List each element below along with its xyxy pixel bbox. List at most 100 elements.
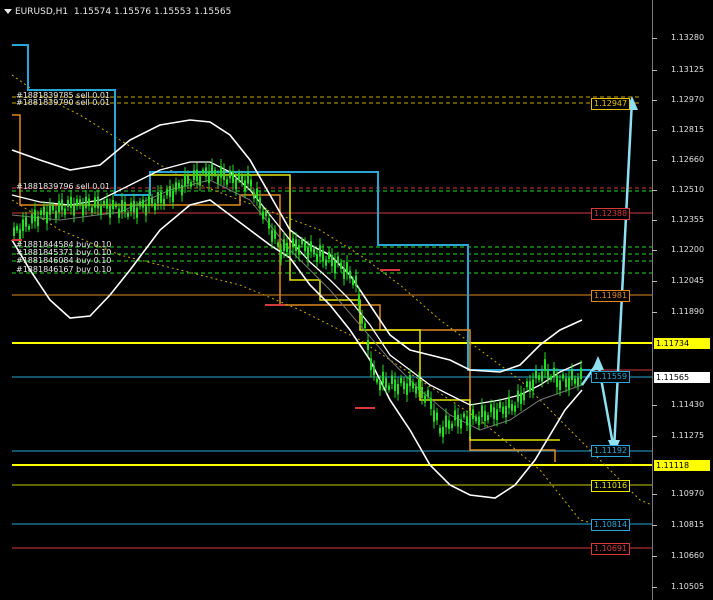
candle-body: [442, 426, 444, 438]
level-box-11981[interactable]: 1.11981: [591, 290, 631, 302]
axis-tag-11734: 1.11734: [654, 338, 710, 349]
tick-mark: [652, 220, 657, 221]
candle-body: [217, 174, 219, 184]
level-box-11559[interactable]: 1.11559: [591, 371, 631, 383]
candle-body: [514, 405, 516, 412]
candle-body: [226, 179, 228, 185]
price-tick-label: 1.11275: [671, 431, 705, 440]
candle-body: [373, 366, 375, 376]
candle-body: [484, 410, 486, 422]
candle-body: [85, 196, 87, 209]
candle-body: [505, 406, 507, 418]
tick-mark: [652, 190, 657, 191]
candle-body: [328, 251, 330, 259]
forecast-arrows: [580, 96, 638, 455]
order-label[interactable]: #1881846167 buy 0.10: [16, 265, 111, 274]
candle-body: [418, 378, 420, 391]
tick-mark: [652, 38, 657, 39]
candle-body: [244, 180, 246, 192]
candle-body: [94, 197, 96, 208]
candle-body: [409, 375, 411, 386]
candle-body: [547, 369, 549, 379]
candle-body: [142, 199, 144, 208]
candle-body: [289, 250, 291, 255]
candle-body: [247, 172, 249, 184]
candle-body: [28, 226, 30, 230]
candle-body: [343, 268, 345, 279]
candle-body: [64, 208, 66, 215]
candle-body: [286, 242, 288, 253]
candle-body: [151, 197, 153, 204]
price-tick-label: 1.11890: [671, 307, 705, 316]
candle-body: [73, 204, 75, 216]
tick-mark: [652, 494, 657, 495]
level-box-11016[interactable]: 1.11016: [591, 480, 631, 492]
candle-body: [445, 415, 447, 428]
level-box-12388[interactable]: 1.12388: [591, 208, 631, 220]
candle-body: [469, 417, 471, 430]
tick-mark: [652, 250, 657, 251]
candle-body: [370, 358, 372, 371]
level-box-11192[interactable]: 1.11192: [591, 445, 631, 457]
level-box-10691[interactable]: 1.10691: [591, 543, 631, 555]
candle-body: [265, 210, 267, 217]
candle-body: [115, 203, 117, 208]
candle-body: [82, 204, 84, 216]
candle-body: [211, 164, 213, 175]
chart-window[interactable]: EURUSD,H1 1.15574 1.15576 1.15553 1.1556…: [0, 0, 713, 600]
candle-body: [223, 169, 225, 180]
candle-body: [241, 175, 243, 183]
candle-body: [70, 196, 72, 208]
level-box-12947[interactable]: 1.12947: [591, 98, 631, 110]
tick-mark: [652, 70, 657, 71]
candle-body: [562, 374, 564, 379]
candle-body: [358, 294, 360, 306]
candle-body: [172, 190, 174, 202]
candle-body: [109, 205, 111, 218]
candle-body: [415, 386, 417, 394]
candle-body: [97, 196, 99, 209]
candle-body: [43, 206, 45, 216]
candle-body: [292, 238, 294, 248]
price-chart[interactable]: [0, 0, 652, 600]
candle-body: [472, 409, 474, 420]
candle-body: [541, 371, 543, 382]
order-label[interactable]: #1881846084 buy 0.10: [16, 256, 111, 265]
candle-body: [490, 404, 492, 413]
candle-body: [361, 315, 363, 324]
arrow-head-mid: [592, 356, 604, 370]
price-tick-label: 1.13125: [671, 65, 705, 74]
candle-body: [103, 200, 105, 206]
candle-body: [388, 385, 390, 390]
candle-body: [412, 382, 414, 389]
price-tick-label: 1.12200: [671, 245, 705, 254]
candle-body: [478, 416, 480, 426]
candle-body: [67, 199, 69, 207]
candle-body: [22, 219, 24, 232]
candle-body: [91, 207, 93, 213]
candle-body: [322, 250, 324, 262]
candle-body: [496, 409, 498, 420]
order-label[interactable]: #1881839796 sell 0.01: [16, 182, 110, 191]
candle-body: [571, 369, 573, 380]
candle-body: [397, 384, 399, 395]
candle-body: [256, 188, 258, 200]
candle-body: [274, 230, 276, 239]
tick-mark: [652, 160, 657, 161]
chevron-down-icon[interactable]: [4, 9, 12, 14]
candle-body: [106, 198, 108, 209]
level-box-10814[interactable]: 1.10814: [591, 519, 631, 531]
price-axis[interactable]: [652, 0, 713, 600]
ohlc-values: 1.15574 1.15576 1.15553 1.15565: [73, 7, 232, 17]
symbol-timeframe: EURUSD,H1: [15, 7, 69, 17]
axis-tag-11118: 1.11118: [654, 460, 710, 471]
candle-body: [565, 378, 567, 387]
tick-mark: [652, 281, 657, 282]
order-label[interactable]: #1881839790 sell 0.01: [16, 98, 110, 107]
candle-body: [532, 379, 534, 392]
candle-body: [220, 166, 222, 178]
candle-body: [448, 420, 450, 429]
tick-mark: [652, 312, 657, 313]
candle-body: [364, 323, 366, 328]
candle-body: [184, 174, 186, 186]
